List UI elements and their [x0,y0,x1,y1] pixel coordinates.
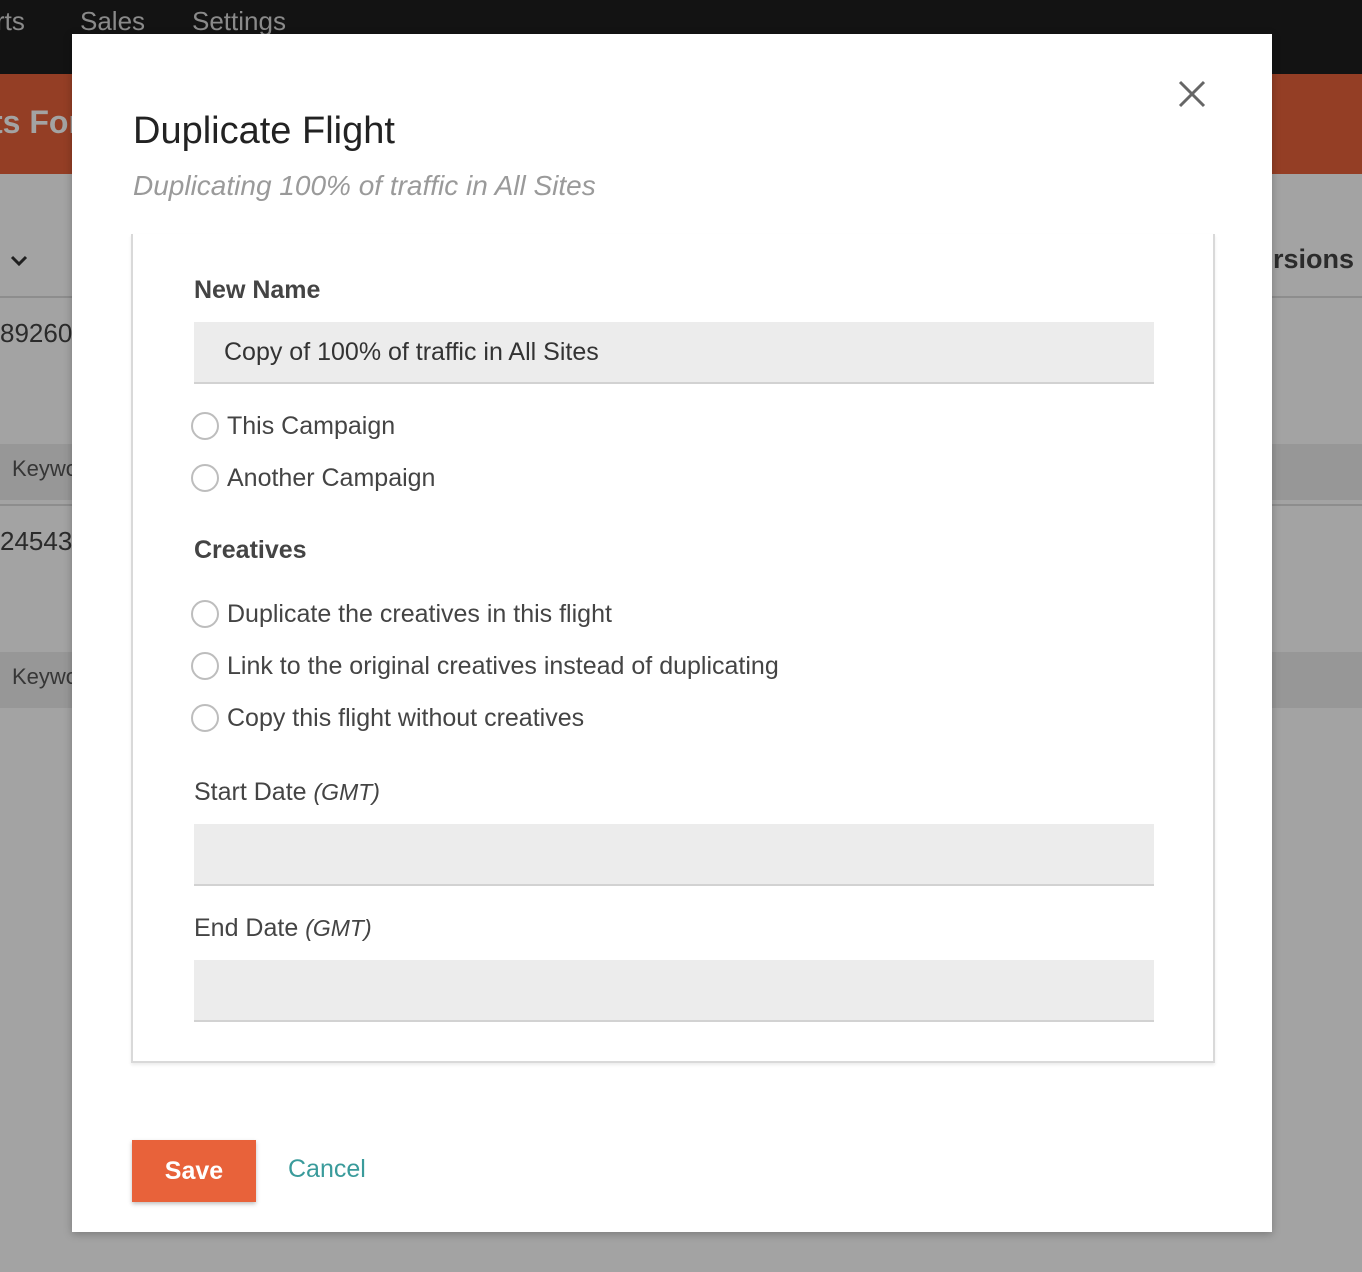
radio-circle[interactable] [191,412,219,440]
start-date-input[interactable] [194,824,1154,886]
radio-another-campaign[interactable]: Another Campaign [191,462,435,494]
close-icon[interactable] [1172,74,1212,114]
modal-title: Duplicate Flight [133,110,395,152]
radio-circle[interactable] [191,464,219,492]
radio-label: Copy this flight without creatives [227,703,585,732]
start-date-label-text: Start Date [194,778,307,806]
creatives-label: Creatives [194,536,307,564]
start-date-label: Start Date (GMT) [194,778,380,807]
end-date-label-text: End Date [194,914,299,942]
radio-without-creatives[interactable]: Copy this flight without creatives [191,702,584,734]
radio-label: Another Campaign [227,463,436,492]
form-panel: New Name This Campaign Another Campaign … [131,234,1215,1063]
start-date-tz: (GMT) [313,779,380,805]
radio-label: This Campaign [227,411,396,440]
radio-label: Link to the original creatives instead o… [227,651,779,680]
radio-circle[interactable] [191,704,219,732]
end-date-tz: (GMT) [305,915,372,941]
new-name-label: New Name [194,276,321,304]
new-name-input[interactable] [194,322,1154,384]
radio-circle[interactable] [191,652,219,680]
save-button[interactable]: Save [132,1140,256,1202]
duplicate-flight-modal: Duplicate Flight Duplicating 100% of tra… [72,34,1272,1232]
radio-label: Duplicate the creatives in this flight [227,599,612,628]
cancel-link[interactable]: Cancel [288,1155,366,1184]
end-date-input[interactable] [194,960,1154,1022]
radio-this-campaign[interactable]: This Campaign [191,410,395,442]
radio-link-creatives[interactable]: Link to the original creatives instead o… [191,650,779,682]
radio-circle[interactable] [191,600,219,628]
end-date-label: End Date (GMT) [194,914,372,943]
modal-subtitle: Duplicating 100% of traffic in All Sites [133,170,596,201]
radio-duplicate-creatives[interactable]: Duplicate the creatives in this flight [191,598,612,630]
